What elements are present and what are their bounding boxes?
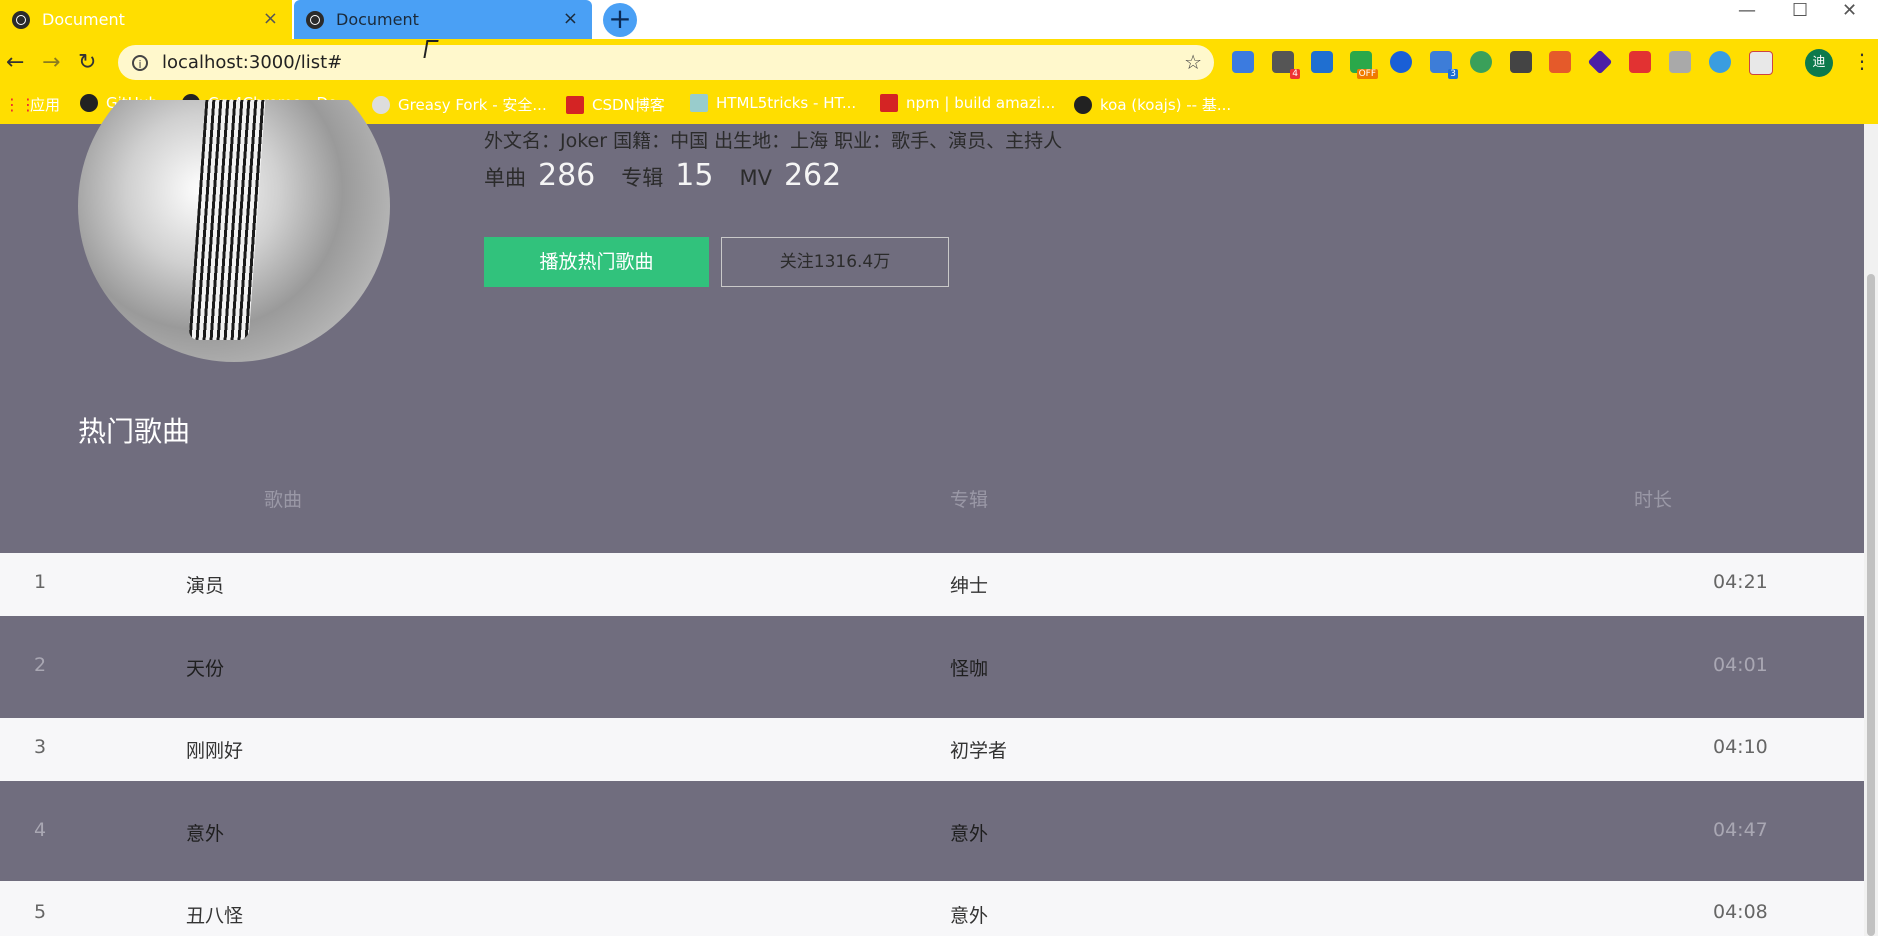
html5tricks-icon bbox=[690, 94, 708, 112]
song-title[interactable]: 意外 bbox=[186, 819, 224, 846]
row-index: 5 bbox=[34, 901, 47, 923]
close-tab-icon[interactable]: × bbox=[263, 8, 278, 29]
table-row[interactable]: 1 演员 绅士 04:21 bbox=[0, 553, 1864, 616]
menu-icon[interactable]: ⋮ bbox=[1852, 49, 1872, 73]
album-name[interactable]: 怪咖 bbox=[950, 654, 988, 681]
stat-value-mv: 262 bbox=[783, 158, 842, 193]
header-song: 歌曲 bbox=[264, 489, 303, 511]
csdn-icon bbox=[566, 95, 584, 114]
table-row[interactable]: 2 天份 怪咖 04:01 bbox=[0, 636, 1864, 699]
bookmark-item[interactable]: koa (koajs) -- 基... bbox=[1074, 94, 1231, 115]
extension-icon[interactable]: 3 bbox=[1430, 51, 1458, 79]
extension-icon[interactable] bbox=[1232, 51, 1254, 73]
stat-value-singles: 286 bbox=[538, 158, 596, 193]
tab-title: Document bbox=[42, 10, 125, 29]
extension-icon[interactable] bbox=[1587, 49, 1613, 75]
url-text[interactable]: localhost:3000/list# bbox=[162, 52, 342, 73]
extension-icon[interactable] bbox=[1390, 51, 1412, 73]
stat-label-singles: 单曲 bbox=[484, 166, 526, 190]
artist-stats: 单曲 286 专辑 15 MV 262 bbox=[484, 158, 867, 193]
song-duration: 04:21 bbox=[1713, 571, 1768, 593]
tab-bar: Document × Document × + — ☐ ✕ bbox=[0, 0, 1878, 39]
globe-icon bbox=[12, 10, 30, 29]
row-index: 4 bbox=[34, 819, 47, 841]
song-duration: 04:08 bbox=[1713, 901, 1768, 923]
extension-icon[interactable] bbox=[1629, 51, 1651, 73]
npm-icon bbox=[880, 94, 898, 112]
song-title[interactable]: 天份 bbox=[186, 654, 224, 681]
profile-avatar[interactable]: 迪 bbox=[1805, 49, 1833, 77]
table-row[interactable]: 4 意外 意外 04:47 bbox=[0, 781, 1864, 881]
forward-icon[interactable]: → bbox=[42, 50, 60, 75]
page-scrollbar[interactable] bbox=[1864, 124, 1878, 936]
extension-icon[interactable] bbox=[1709, 51, 1731, 73]
stat-label-albums: 专辑 bbox=[621, 166, 664, 190]
tab-document-active[interactable]: Document × bbox=[0, 0, 292, 39]
tab-document[interactable]: Document × bbox=[294, 0, 592, 39]
album-name[interactable]: 初学者 bbox=[950, 736, 1007, 763]
globe-icon bbox=[306, 10, 324, 29]
extension-icon[interactable] bbox=[1470, 51, 1492, 73]
scrollbar-thumb[interactable] bbox=[1867, 274, 1875, 936]
address-bar[interactable]: i localhost:3000/list# ☆ bbox=[118, 45, 1214, 80]
bookmark-item[interactable]: CSDN博客 bbox=[566, 94, 665, 115]
reload-icon[interactable]: ↻ bbox=[78, 50, 96, 75]
album-name[interactable]: 绅士 bbox=[950, 571, 988, 598]
section-title: 热门歌曲 bbox=[78, 415, 191, 448]
minimize-icon[interactable]: — bbox=[1738, 0, 1756, 21]
stat-label-mv: MV bbox=[739, 166, 772, 190]
extension-icon[interactable]: 4 bbox=[1272, 51, 1300, 79]
play-hot-songs-button[interactable]: 播放热门歌曲 bbox=[484, 237, 709, 287]
album-name[interactable]: 意外 bbox=[950, 901, 988, 928]
apps-grid-icon: ⋮⋮ bbox=[4, 94, 36, 114]
artist-photo bbox=[78, 100, 390, 362]
bookmark-item[interactable]: Greasy Fork - 安全... bbox=[372, 94, 547, 115]
table-row[interactable]: 3 刚刚好 初学者 04:10 bbox=[0, 718, 1864, 781]
extension-icon[interactable] bbox=[1549, 51, 1571, 73]
bookmark-item[interactable]: HTML5tricks - HT... bbox=[690, 94, 856, 112]
header-album: 专辑 bbox=[950, 489, 989, 511]
extension-icon[interactable] bbox=[1749, 51, 1773, 75]
bookmark-item[interactable]: ⋮⋮ 应用 bbox=[4, 94, 60, 115]
header-duration: 时长 bbox=[1634, 489, 1673, 511]
artist-meta: 外文名：Joker 国籍：中国 出生地：上海 职业：歌手、演员、主持人 bbox=[484, 130, 1063, 152]
table-row[interactable]: 5 丑八怪 意外 04:08 bbox=[0, 881, 1864, 936]
row-index: 2 bbox=[34, 654, 47, 676]
row-index: 1 bbox=[34, 571, 47, 593]
close-tab-icon[interactable]: × bbox=[563, 8, 578, 29]
follow-button[interactable]: 关注1316.4万 bbox=[721, 237, 949, 287]
site-info-icon[interactable]: i bbox=[132, 54, 148, 71]
maximize-icon[interactable]: ☐ bbox=[1792, 0, 1808, 21]
song-duration: 04:10 bbox=[1713, 736, 1768, 758]
stat-value-albums: 15 bbox=[675, 158, 714, 193]
row-index: 3 bbox=[34, 736, 47, 758]
song-duration: 04:47 bbox=[1713, 819, 1768, 841]
song-title[interactable]: 刚刚好 bbox=[186, 736, 243, 763]
song-duration: 04:01 bbox=[1713, 654, 1768, 676]
back-icon[interactable]: ← bbox=[6, 50, 24, 75]
extension-icon[interactable] bbox=[1510, 51, 1532, 73]
song-title[interactable]: 演员 bbox=[186, 571, 224, 598]
globe-icon bbox=[1074, 95, 1092, 114]
tab-title: Document bbox=[336, 10, 419, 29]
album-name[interactable]: 意外 bbox=[950, 819, 988, 846]
close-window-icon[interactable]: ✕ bbox=[1842, 0, 1857, 21]
song-title[interactable]: 丑八怪 bbox=[186, 901, 243, 928]
bookmark-item[interactable]: npm | build amazi... bbox=[880, 94, 1055, 112]
new-tab-button[interactable]: + bbox=[603, 3, 637, 37]
extension-icon[interactable]: OFF bbox=[1350, 51, 1378, 79]
extension-icon[interactable] bbox=[1311, 51, 1333, 73]
extension-icon[interactable] bbox=[1669, 51, 1691, 73]
table-header: 歌曲 专辑 时长 bbox=[0, 485, 1864, 525]
bookmark-star-icon[interactable]: ☆ bbox=[1184, 50, 1202, 74]
